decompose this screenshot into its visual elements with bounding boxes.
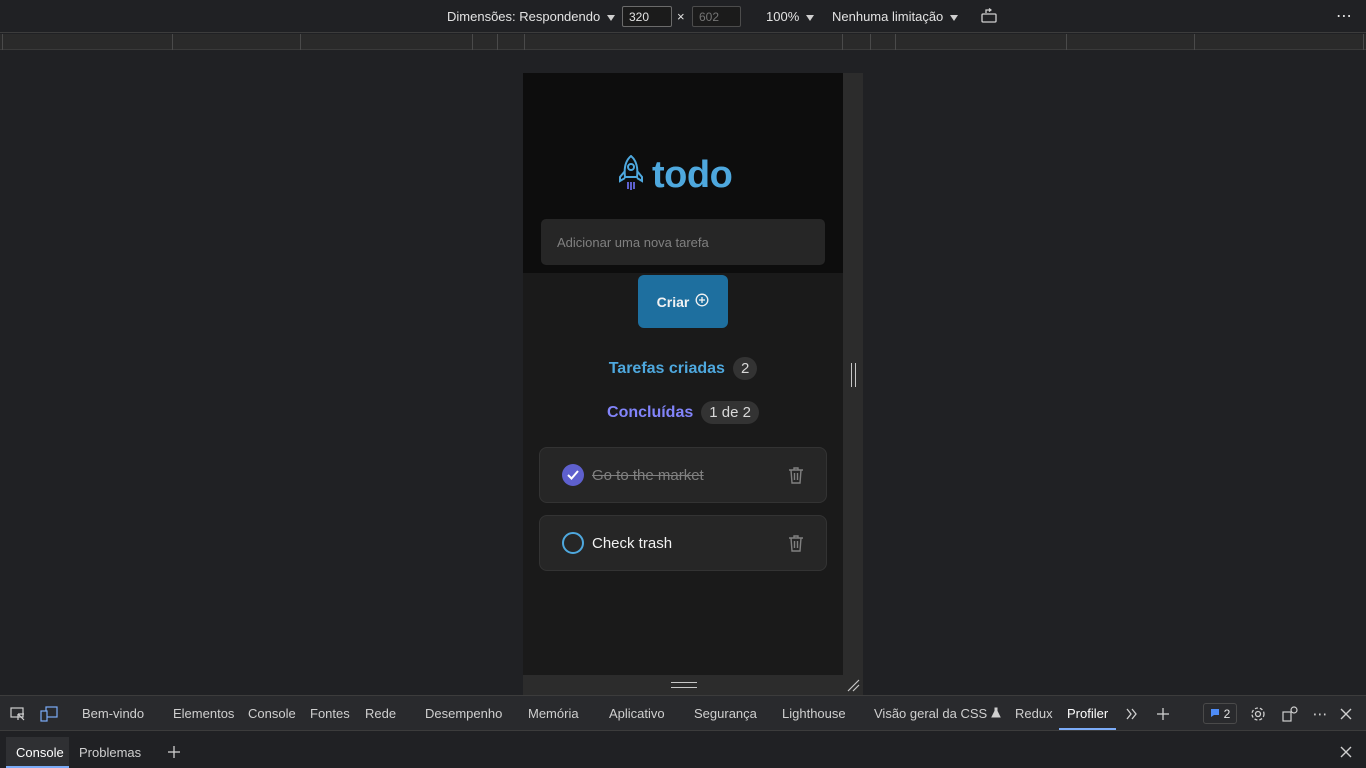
ruler-segment[interactable] [524,34,842,50]
tab-profiler[interactable]: Profiler [1067,706,1108,721]
completed-tasks-badge: 1 de 2 [701,401,759,424]
completed-tasks-counter: Concluídas 1 de 2 [523,401,843,424]
resize-handle-corner[interactable] [843,675,863,695]
active-tab-indicator [1059,728,1116,730]
new-task-input[interactable] [540,218,826,266]
app-logo: todo [618,153,733,197]
ruler-segment[interactable] [300,34,472,50]
zoom-label: 100% [766,9,800,24]
resize-handle-bottom[interactable] [523,675,843,695]
devtools-tabbar: Bem-vindo Elementos Console Fontes Rede … [0,695,1366,731]
issue-icon [1210,707,1220,721]
tab-application[interactable]: Aplicativo [609,706,665,721]
trash-icon[interactable] [786,465,806,485]
tab-performance[interactable]: Desempenho [425,706,502,721]
tab-security[interactable]: Segurança [694,706,757,721]
dimensions-label: Dimensões: Respondendo [447,9,601,24]
tab-console[interactable]: Console [248,706,296,721]
more-options-icon[interactable]: ⋯ [1336,6,1352,26]
created-tasks-counter: Tarefas criadas 2 [523,357,843,380]
dimension-separator: × [677,9,685,24]
resize-corner-icon [847,679,860,692]
throttling-dropdown[interactable]: Nenhuma limitação [832,9,959,24]
task-item: Go to the market [539,447,827,503]
task-checkbox-unchecked[interactable] [562,532,584,554]
completed-tasks-label: Concluídas [607,403,694,421]
dimensions-dropdown[interactable]: Dimensões: Respondendo [447,9,616,24]
device-viewport: todo Criar Tarefas criadas 2 Concluídas … [523,73,843,675]
ruler-segment[interactable] [172,34,300,50]
task-checkbox-checked[interactable] [562,464,584,486]
tab-redux[interactable]: Redux [1015,706,1053,721]
device-toolbar: Dimensões: Respondendo × 100% Nenhuma li… [0,0,1366,33]
tab-sources[interactable]: Fontes [310,706,350,721]
task-item: Check trash [539,515,827,571]
ruler-segment[interactable] [497,34,524,50]
plus-circle-icon [695,293,709,310]
issues-badge[interactable]: 2 [1203,703,1237,724]
tab-css-overview[interactable]: Visão geral da CSS [874,706,1001,721]
ruler-segment[interactable] [472,34,497,50]
resize-handle-right[interactable] [843,73,863,675]
rotate-icon[interactable] [981,8,999,27]
create-button[interactable]: Criar [638,275,728,328]
gear-icon[interactable] [1249,705,1267,723]
create-button-label: Criar [656,293,690,310]
brand-name: todo [652,153,733,196]
add-drawer-tab-icon[interactable] [165,743,183,761]
more-options-icon[interactable]: ⋯ [1311,705,1329,723]
inspect-element-icon[interactable] [9,705,27,723]
grip-icon [671,682,697,688]
ruler-segment[interactable] [895,34,1066,50]
close-icon[interactable] [1337,705,1355,723]
chevron-down-icon [806,14,815,21]
grip-icon [851,363,856,387]
zoom-dropdown[interactable]: 100% [766,9,815,24]
ruler-segment[interactable] [1066,34,1194,50]
width-input[interactable] [622,6,672,27]
tab-memory[interactable]: Memória [528,706,579,721]
add-tab-icon[interactable] [1154,705,1172,723]
tab-network[interactable]: Rede [365,706,396,721]
task-text: Check trash [592,534,673,552]
issues-count: 2 [1223,706,1231,721]
ruler-segment[interactable] [842,34,870,50]
media-query-ruler [0,34,1366,50]
customize-icon[interactable] [1281,705,1299,723]
drawer-tab-console[interactable]: Console [16,745,64,760]
task-text: Go to the market [592,466,704,484]
check-icon [567,470,579,480]
created-tasks-badge: 2 [732,357,758,380]
tab-welcome[interactable]: Bem-vindo [82,706,144,721]
chevron-down-icon [950,14,959,21]
created-tasks-label: Tarefas criadas [608,359,725,377]
device-toggle-icon[interactable] [40,705,58,723]
devtools-drawer: Console Problemas [0,737,1366,768]
tab-css-overview-label: Visão geral da CSS [874,706,988,721]
tab-elements[interactable]: Elementos [173,706,234,721]
height-input[interactable] [692,6,741,27]
close-drawer-icon[interactable] [1337,743,1355,761]
throttling-label: Nenhuma limitação [832,9,944,24]
ruler-segment[interactable] [870,34,895,50]
chevron-down-icon [607,14,616,21]
ruler-segment[interactable] [2,34,172,50]
drawer-tab-issues[interactable]: Problemas [79,745,141,760]
more-tabs-icon[interactable] [1123,705,1141,723]
tab-lighthouse[interactable]: Lighthouse [782,706,846,721]
rocket-icon [618,154,644,196]
trash-icon[interactable] [786,533,806,553]
flask-icon [991,706,1001,721]
ruler-segment[interactable] [1194,34,1364,50]
